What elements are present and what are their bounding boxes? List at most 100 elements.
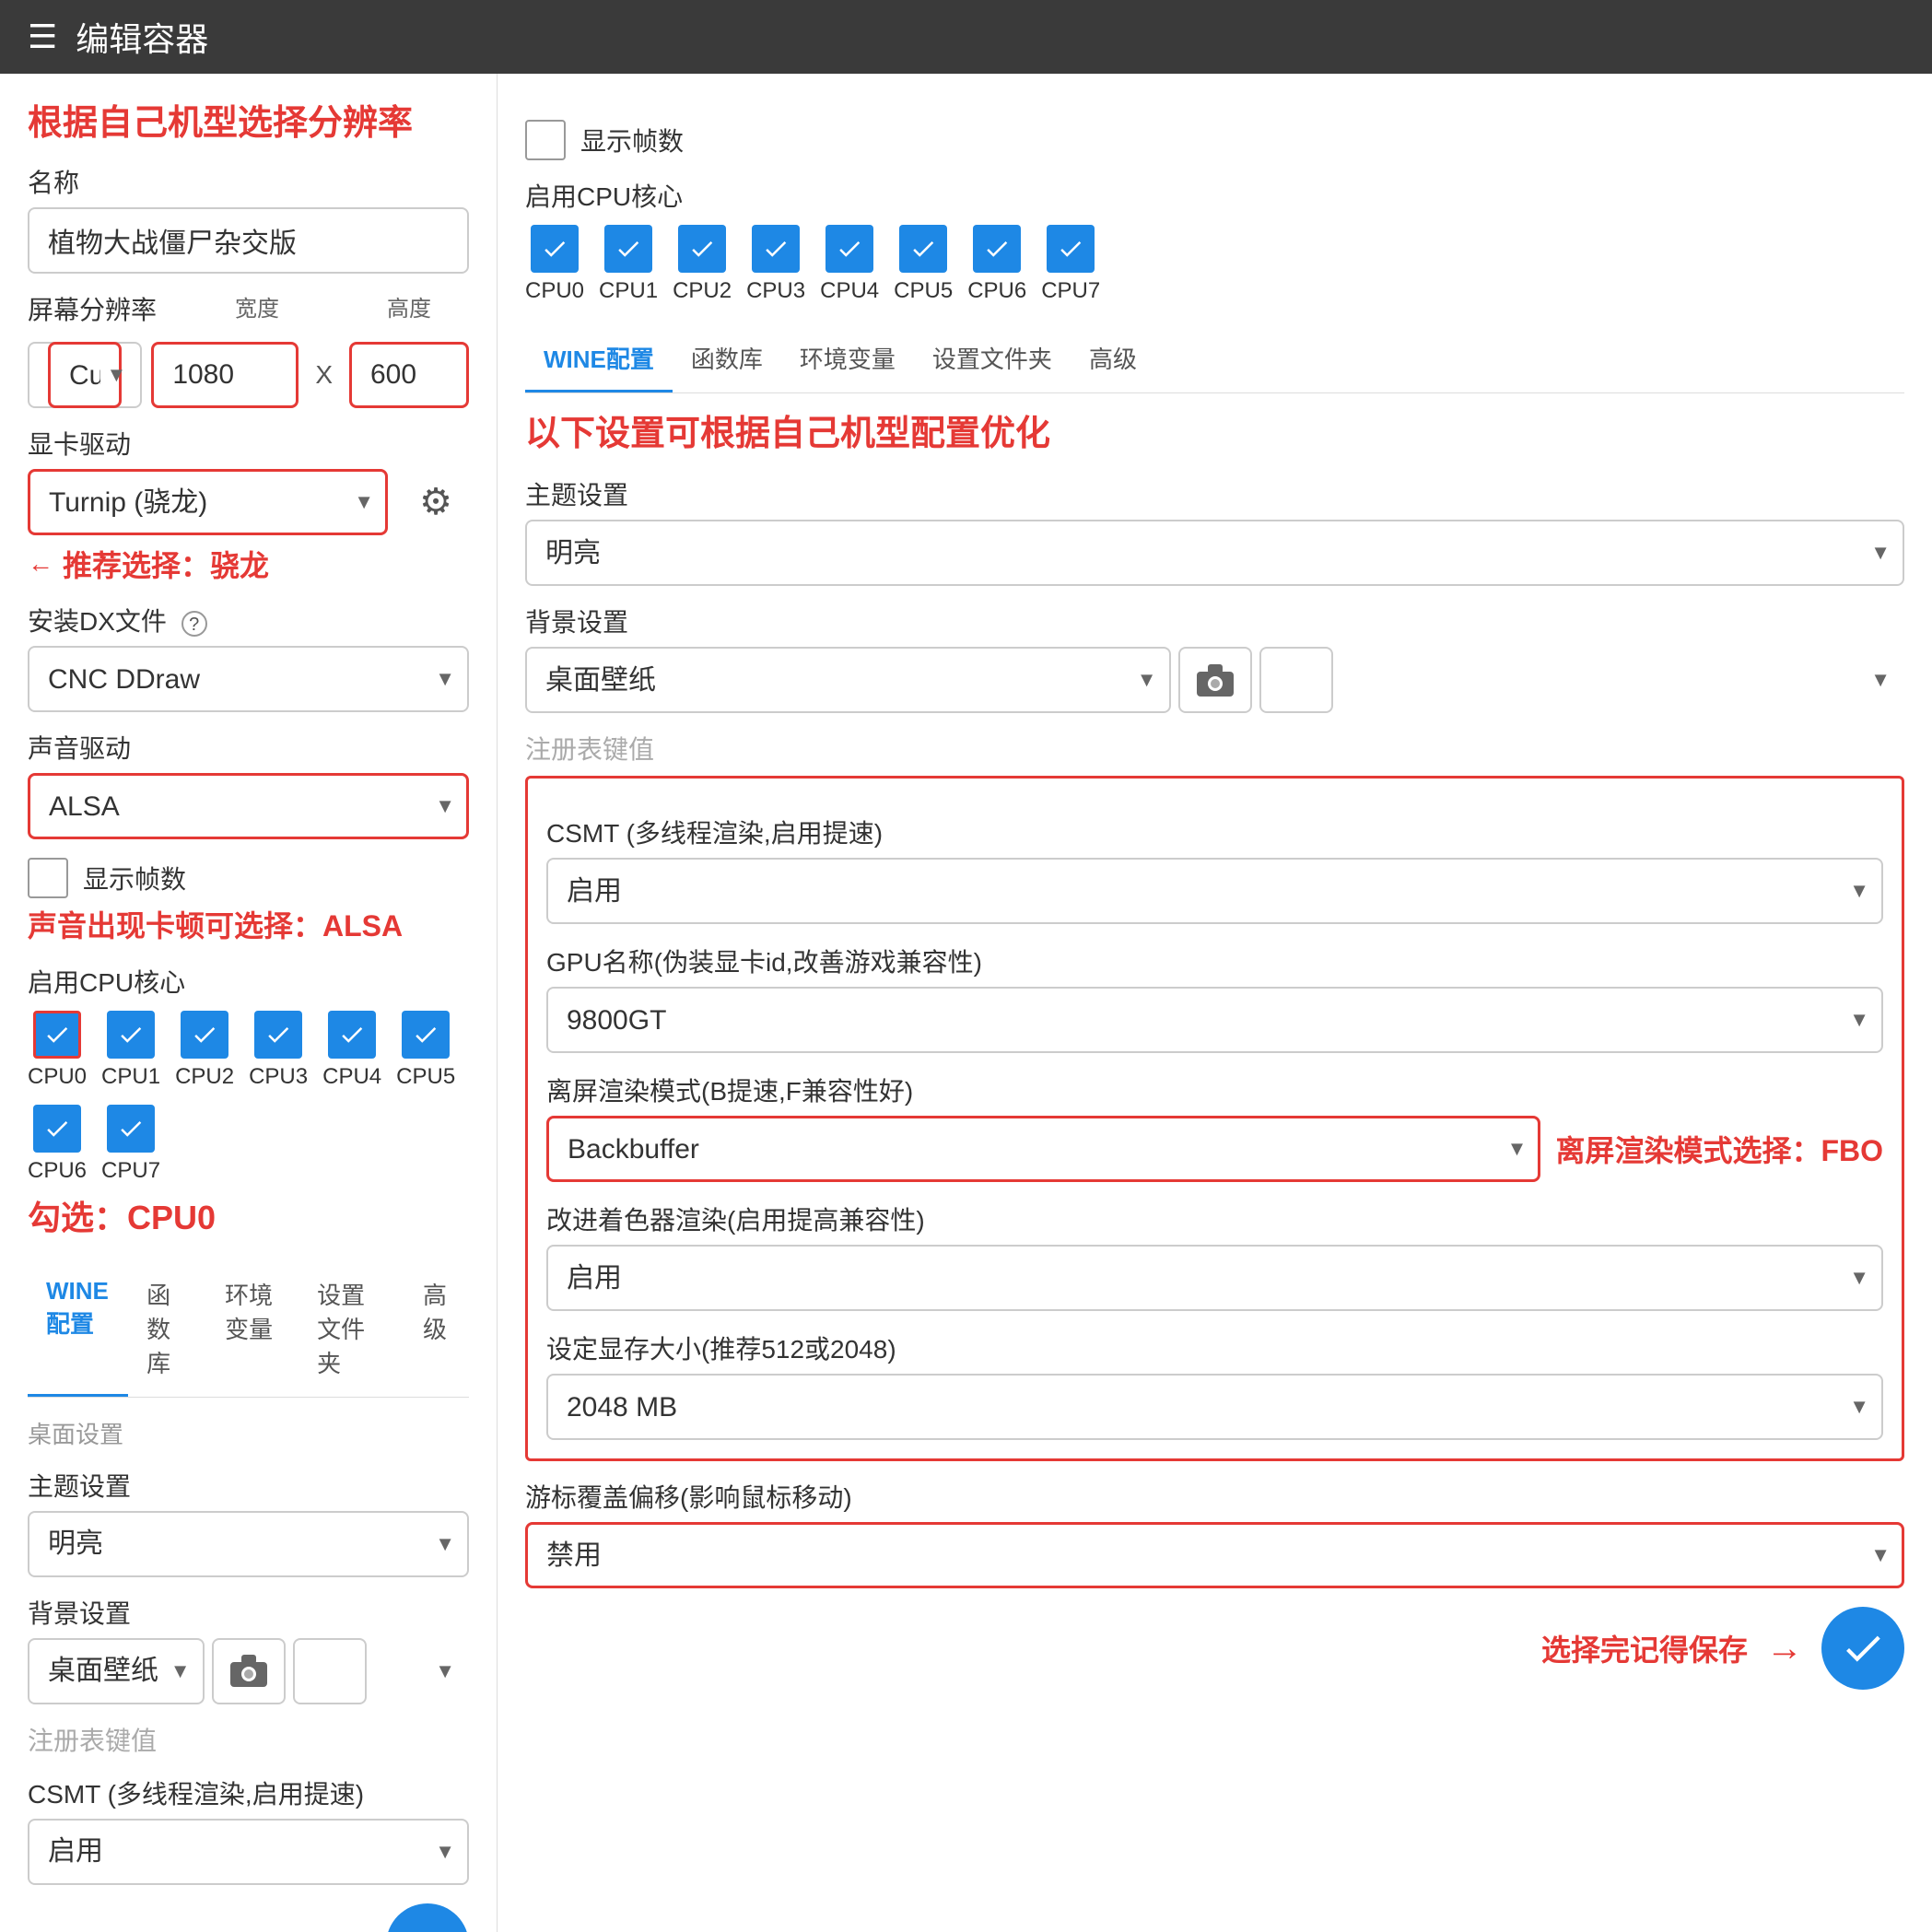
right-show-fps-checkbox[interactable]: [525, 120, 566, 160]
right-cpu4-label: CPU4: [820, 278, 879, 304]
right-cpu5-label: CPU5: [894, 278, 953, 304]
right-cpu-item-2: CPU2: [673, 225, 732, 304]
right-cpu-item-0: CPU0: [525, 225, 584, 304]
right-show-fps-row: 显示帧数: [525, 120, 1904, 160]
right-cpu1-label: CPU1: [599, 278, 658, 304]
width-col-label: 宽度: [165, 290, 349, 334]
right-cursor-label: 游标覆盖偏移(影响鼠标移动): [525, 1478, 1904, 1515]
cpu3-checkbox[interactable]: [254, 1011, 302, 1059]
tab-env[interactable]: 环境变量: [206, 1262, 299, 1397]
right-camera-button[interactable]: [1178, 647, 1252, 713]
bg-select-left[interactable]: 桌面壁纸: [28, 1638, 205, 1704]
right-vram-label: 设定显存大小(推荐512或2048): [546, 1329, 1883, 1366]
right-vram-select[interactable]: 2048 MB: [546, 1374, 1883, 1440]
cpu5-checkbox[interactable]: [402, 1011, 450, 1059]
csmt-label-left: CSMT (多线程渲染,启用提速): [28, 1774, 469, 1811]
right-tab-library[interactable]: 函数库: [673, 326, 781, 392]
right-panel: 显示帧数 启用CPU核心 CPU0 CPU1 CPU2: [498, 74, 1932, 1932]
right-cpu2-checkbox[interactable]: [678, 225, 726, 273]
right-cpu0-label: CPU0: [525, 278, 584, 304]
dx-help-icon[interactable]: ?: [181, 611, 207, 637]
tab-advanced[interactable]: 高级: [404, 1262, 469, 1397]
right-csmt-select[interactable]: 启用: [546, 858, 1883, 924]
cpu6-checkbox[interactable]: [33, 1105, 81, 1153]
gpu-arrow: ←: [28, 549, 53, 579]
resolution-select[interactable]: Custom: [48, 342, 122, 408]
gpu-select[interactable]: Turnip (骁龙): [28, 469, 388, 535]
right-annotation: 以下设置可根据自己机型配置优化: [525, 412, 1904, 457]
right-cpu6-checkbox[interactable]: [973, 225, 1021, 273]
right-cpu7-checkbox[interactable]: [1047, 225, 1095, 273]
right-offscreen-select[interactable]: Backbuffer: [546, 1116, 1540, 1182]
gpu-gear-button[interactable]: ⚙: [403, 469, 469, 535]
right-theme-select[interactable]: 明亮: [525, 520, 1904, 586]
right-bg-select[interactable]: 桌面壁纸: [525, 647, 1171, 713]
right-bg-row: 桌面壁纸 ▼ ▼: [525, 647, 1904, 713]
cpu0-checkbox[interactable]: [33, 1011, 81, 1059]
right-bg-arrow-select[interactable]: [1259, 647, 1333, 713]
registry-label-left: 注册表键值: [28, 1721, 469, 1758]
right-cpu0-checkbox[interactable]: [531, 225, 579, 273]
dx-select[interactable]: CNC DDraw: [28, 646, 469, 712]
header-title: 编辑容器: [76, 13, 208, 61]
right-bg-label: 背景设置: [525, 603, 1904, 639]
bg-arrow-select-left[interactable]: [293, 1638, 367, 1704]
right-tab-wine[interactable]: WINE配置: [525, 326, 673, 392]
right-cursor-row: 禁用 ▼: [525, 1522, 1904, 1588]
resolution-height-input[interactable]: [349, 342, 469, 408]
show-fps-checkbox[interactable]: [28, 858, 68, 898]
resolution-width-input[interactable]: [151, 342, 299, 408]
tab-library[interactable]: 函数库: [128, 1262, 206, 1397]
right-cpu-label: 启用CPU核心: [525, 177, 1904, 214]
cpu1-label: CPU1: [101, 1064, 160, 1090]
cpu6-label: CPU6: [28, 1158, 87, 1184]
right-cpu-item-1: CPU1: [599, 225, 658, 304]
right-save-button[interactable]: [1821, 1607, 1904, 1690]
right-cursor-select[interactable]: 禁用: [525, 1522, 1904, 1588]
cpu5-label: CPU5: [396, 1064, 455, 1090]
cpu4-checkbox[interactable]: [328, 1011, 376, 1059]
right-offscreen-annotation: 离屏渲染模式选择：FBO: [1555, 1128, 1883, 1170]
sound-select[interactable]: ALSA: [28, 773, 469, 839]
cpu7-checkbox[interactable]: [107, 1105, 155, 1153]
right-tab-advanced[interactable]: 高级: [1071, 326, 1155, 392]
resolution-x-label: X: [308, 360, 340, 390]
gpu-annotation: 推荐选择：骁龙: [63, 543, 269, 585]
tab-folder[interactable]: 设置文件夹: [299, 1262, 404, 1397]
right-cpu5-checkbox[interactable]: [899, 225, 947, 273]
cpu2-checkbox[interactable]: [181, 1011, 228, 1059]
tab-wine[interactable]: WINE配置: [28, 1262, 128, 1397]
cpu-item-5: CPU5: [396, 1011, 455, 1090]
name-input[interactable]: [28, 207, 469, 274]
right-cpu-grid: CPU0 CPU1 CPU2 CPU3: [525, 225, 1904, 304]
menu-icon[interactable]: ☰: [28, 18, 57, 56]
right-cpu1-checkbox[interactable]: [604, 225, 652, 273]
cpu-item-7: CPU7: [101, 1105, 160, 1184]
theme-select-left[interactable]: 明亮: [28, 1511, 469, 1577]
right-tabs-row: WINE配置 函数库 环境变量 设置文件夹 高级: [525, 326, 1904, 393]
save-button-left[interactable]: [386, 1903, 469, 1932]
cpu7-label: CPU7: [101, 1158, 160, 1184]
right-tab-folder[interactable]: 设置文件夹: [914, 326, 1071, 392]
gpu-label: 显卡驱动: [28, 425, 469, 462]
cpu-item-1: CPU1: [101, 1011, 160, 1090]
cpu-grid: CPU0 CPU1 CPU2 CPU3: [28, 1011, 469, 1184]
name-label: 名称: [28, 163, 469, 200]
right-offscreen-label: 离屏渲染模式(B提速,F兼容性好): [546, 1071, 1883, 1108]
header-bar: ☰ 编辑容器: [0, 0, 1932, 74]
cpu-item-0: CPU0: [28, 1011, 87, 1090]
sound-annotation: 声音出现卡顿可选择：ALSA: [28, 907, 469, 946]
resolution-row: Custom ▼ X: [28, 342, 469, 408]
gpu-driver-row: Turnip (骁龙) ▼ ⚙: [28, 469, 469, 535]
resolution-label: 屏幕分辨率: [28, 290, 165, 327]
cpu1-checkbox[interactable]: [107, 1011, 155, 1059]
right-tab-env[interactable]: 环境变量: [781, 326, 914, 392]
csmt-select-left[interactable]: 启用: [28, 1819, 469, 1885]
right-cpu4-checkbox[interactable]: [825, 225, 873, 273]
right-gpu-name-select[interactable]: 9800GT: [546, 987, 1883, 1053]
right-color-select[interactable]: 启用: [546, 1245, 1883, 1311]
left-panel: 根据自己机型选择分辨率 名称 屏幕分辨率 宽度 高度 Custom ▼: [0, 74, 498, 1932]
cpu2-label: CPU2: [175, 1064, 234, 1090]
camera-button-left[interactable]: [212, 1638, 286, 1704]
right-cpu3-checkbox[interactable]: [752, 225, 800, 273]
